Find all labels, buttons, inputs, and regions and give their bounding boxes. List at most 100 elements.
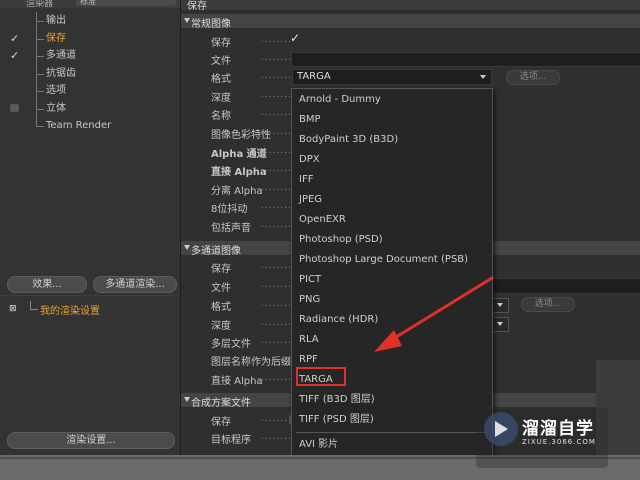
save-checkbox[interactable]: ✓ <box>290 31 300 45</box>
dropdown-item[interactable]: RLA <box>299 331 319 349</box>
leader-dots: ........ <box>261 432 292 442</box>
dropdown-item[interactable]: PICT <box>299 271 321 289</box>
multipass-render-button[interactable]: 多通道渲染... <box>93 276 177 293</box>
play-logo-icon <box>484 412 518 446</box>
dropdown-item[interactable]: BodyPaint 3D (B3D) <box>299 131 398 149</box>
property-label: 分离 Alpha <box>211 186 263 197</box>
renderer-select[interactable]: 标准 <box>76 0 176 6</box>
section-title: 合成方案文件 <box>191 398 251 409</box>
property-label: 格式 <box>211 74 231 85</box>
dropdown-item[interactable]: Photoshop (PSD) <box>299 231 383 249</box>
render-preset-list: ⊠ 我的渲染设置 <box>0 295 180 426</box>
leader-dots: ........ <box>261 318 292 328</box>
dropdown-item[interactable]: BMP <box>299 111 321 129</box>
tree-item[interactable]: ✓ 多通道 <box>0 47 180 65</box>
watermark-title: 溜溜自学 <box>522 419 594 439</box>
checkmark-icon[interactable]: ✓ <box>10 50 20 61</box>
leader-dots: ........ <box>261 53 292 63</box>
red-arrow-annotation <box>374 276 494 352</box>
tree-item-label: 抗锯齿 <box>46 67 76 79</box>
property-label: 保存 <box>211 417 231 428</box>
multipass-options-button[interactable]: 选项... <box>521 297 575 312</box>
leader-dots: ........ <box>261 90 292 100</box>
dropdown-item[interactable]: TIFF (B3D 图层) <box>299 391 375 409</box>
tree-branch <box>36 56 44 57</box>
tree-item[interactable]: ✓ 保存 <box>0 29 180 47</box>
render-settings-button[interactable]: 渲染设置... <box>7 432 175 449</box>
tree-item[interactable]: 输出 <box>0 12 180 30</box>
effects-button[interactable]: 效果... <box>7 276 87 293</box>
format-select[interactable]: TARGA <box>292 69 492 85</box>
property-label: 深度 <box>211 93 231 104</box>
dropdown-item[interactable]: TIFF (PSD 图层) <box>299 411 374 429</box>
property-label: 名称 <box>211 111 231 122</box>
tree-item[interactable]: 抗锯齿 <box>0 64 180 82</box>
leader-dots: ........ <box>261 183 292 193</box>
leader-dots: ........ <box>261 373 292 383</box>
tree-line <box>36 117 37 126</box>
file-path-input[interactable] <box>291 52 640 67</box>
collapse-triangle-icon <box>184 397 190 402</box>
targa-highlight-box <box>296 367 346 386</box>
panel-title: 保存 <box>187 1 207 12</box>
renderer-bar: 渲染器 标准 <box>0 0 180 8</box>
leader-dots: ........ <box>261 354 292 364</box>
format-select-value: TARGA <box>297 71 331 82</box>
property-label: 保存 <box>211 264 231 275</box>
preset-tree-branch <box>30 309 38 310</box>
watermark: 溜溜自学 ZIXUE.3066.COM <box>484 412 604 468</box>
property-label: 深度 <box>211 321 231 332</box>
tree-item[interactable]: Team Render <box>0 117 180 135</box>
property-label: 多层文件 <box>211 339 251 350</box>
tree-item-label: 保存 <box>46 32 66 44</box>
render-settings-sidebar: 渲染器 标准 输出 ✓ 保存 ✓ 多通道抗锯齿选项立体 Team Render 效果...… <box>0 0 181 455</box>
dropdown-item-avi[interactable]: AVI 影片 <box>299 436 338 454</box>
leader-dots: ........ <box>261 71 292 81</box>
leader-dots: ........ <box>261 201 292 211</box>
panel-header: 保存 <box>181 0 640 12</box>
menu-separator <box>296 432 488 433</box>
dropdown-item[interactable]: PNG <box>299 291 320 309</box>
leader-dots: ........ <box>261 108 292 118</box>
tree-item[interactable]: 选项 <box>0 82 180 100</box>
checkbox[interactable] <box>10 103 19 112</box>
property-label: 保存 <box>211 38 231 49</box>
preset-item-my-render-settings[interactable]: 我的渲染设置 <box>40 302 100 317</box>
leader-dots: ........ <box>261 127 292 137</box>
tree-branch <box>36 126 44 127</box>
format-options-button[interactable]: 选项... <box>506 70 560 85</box>
dropdown-item[interactable]: DPX <box>299 151 320 169</box>
dropdown-item[interactable]: IFF <box>299 171 313 189</box>
dropdown-item[interactable]: OpenEXR <box>299 211 346 229</box>
section-regular-image[interactable]: 常规图像 <box>181 14 640 30</box>
checkmark-icon[interactable]: ✓ <box>10 33 20 44</box>
tree-branch <box>36 108 44 110</box>
dropdown-item[interactable]: Photoshop Large Document (PSB) <box>299 251 468 269</box>
section-title: 多通道图像 <box>191 246 241 257</box>
tree-branch <box>36 21 44 22</box>
tree-branch <box>36 73 44 75</box>
leader-dots: ........ <box>261 261 292 271</box>
tree-item[interactable]: 立体 <box>0 99 180 117</box>
leader-dots: ........ <box>261 280 292 290</box>
settings-tree: 输出 ✓ 保存 ✓ 多通道抗锯齿选项立体 Team Render <box>0 12 180 135</box>
dropdown-item[interactable]: JPEG <box>299 191 322 209</box>
property-label: 8位抖动 <box>211 204 248 215</box>
preset-expand-icon[interactable]: ⊠ <box>9 305 17 314</box>
dropdown-item[interactable]: Arnold - Dummy <box>299 91 381 109</box>
property-label: 包括声音 <box>211 223 251 234</box>
property-label: 直接 Alpha <box>211 376 263 387</box>
collapse-triangle-icon <box>184 18 190 23</box>
property-label: Alpha 通道 <box>211 149 267 160</box>
property-label: 格式 <box>211 302 231 313</box>
tree-item-label: 输出 <box>46 15 66 26</box>
renderer-label: 渲染器 <box>26 0 54 8</box>
property-label: 文件 <box>211 283 231 294</box>
tree-item-label: 立体 <box>46 102 66 114</box>
property-label: 目标程序 <box>211 435 251 446</box>
leader-dots: ........ <box>261 336 292 346</box>
chevron-down-icon <box>480 75 486 79</box>
leader-dots: ........ <box>261 35 292 45</box>
tree-branch <box>36 38 44 40</box>
leader-dots: ........ <box>261 164 292 174</box>
